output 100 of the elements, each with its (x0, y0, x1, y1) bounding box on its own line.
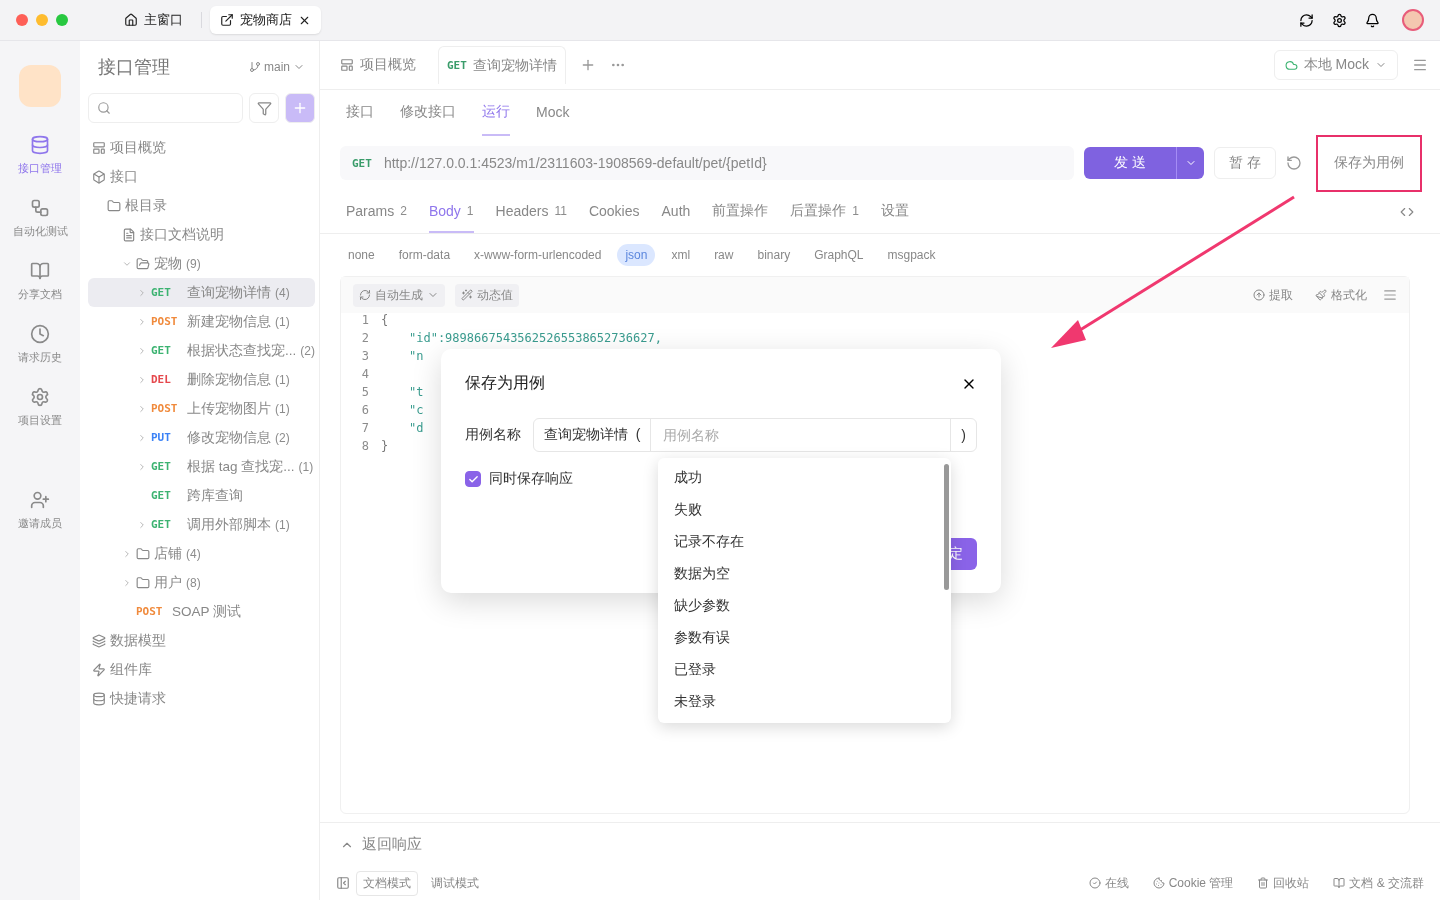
tree-item[interactable]: 组件库 (88, 655, 315, 684)
document-tab[interactable]: GET 查询宠物详情 (438, 46, 566, 84)
stash-button[interactable]: 暂 存 (1214, 147, 1276, 179)
rail-item[interactable]: 自动化测试 (12, 198, 68, 239)
mode-tab[interactable]: 文档模式 (356, 870, 418, 896)
scrollbar[interactable] (944, 464, 949, 590)
auto-generate-button[interactable]: 自动生成 (353, 283, 445, 307)
tree-item[interactable]: GET 跨库查询 (88, 481, 315, 510)
rail-item[interactable]: 分享文档 (18, 261, 62, 302)
filter-button[interactable] (249, 93, 279, 123)
status-item[interactable]: 回收站 (1257, 874, 1310, 892)
tree-item[interactable]: POST SOAP 测试 (88, 597, 315, 626)
param-tab[interactable]: 设置 (881, 190, 909, 233)
menu-icon[interactable] (1412, 57, 1428, 73)
add-button[interactable] (285, 93, 315, 123)
tree-item[interactable]: 根目录 (88, 191, 315, 220)
avatar[interactable] (1402, 9, 1424, 31)
lightning-icon (92, 662, 106, 677)
tree-item[interactable]: 接口文档说明 (88, 220, 315, 249)
param-tab[interactable]: Auth (661, 190, 691, 233)
refresh-icon[interactable] (1299, 12, 1314, 28)
body-type-option[interactable]: none (340, 244, 383, 266)
bell-icon[interactable] (1365, 12, 1380, 28)
body-type-option[interactable]: binary (749, 244, 799, 266)
save-response-checkbox[interactable]: 同时保存响应 (465, 470, 573, 488)
body-type-option[interactable]: raw (706, 244, 742, 266)
url-field[interactable]: GET http://127.0.0.1:4523/m1/2311603-1908569-default/pet/{petId} (340, 146, 1075, 180)
tree-item[interactable]: GET 查询宠物详情 (4) (88, 278, 315, 307)
environment-selector[interactable]: 本地 Mock (1273, 50, 1398, 80)
sub-tab[interactable]: Mock (536, 90, 570, 136)
dropdown-option[interactable]: 记录不存在 (658, 526, 951, 558)
branch-selector[interactable]: main (249, 60, 305, 74)
wrap-icon[interactable] (1383, 288, 1397, 302)
count-label: (8) (186, 575, 201, 590)
check-circle-icon (1088, 877, 1101, 889)
document-tab[interactable]: 项目概览 (332, 46, 424, 84)
param-tab[interactable]: Headers 11 (495, 190, 567, 233)
sub-tab[interactable]: 修改接口 (400, 90, 456, 136)
tree-item[interactable]: 店铺 (4) (88, 539, 315, 568)
tree-item[interactable]: 快捷请求 (88, 684, 315, 713)
search-field[interactable] (88, 93, 243, 123)
param-tab[interactable]: Params 2 (346, 190, 407, 233)
body-type-option[interactable]: xml (663, 244, 699, 266)
body-type-option[interactable]: x-www-form-urlencoded (466, 244, 610, 266)
sub-tab[interactable]: 运行 (482, 90, 510, 136)
case-name-input[interactable]: 用例名称 (651, 419, 951, 451)
body-type-option[interactable]: GraphQL (806, 244, 872, 266)
tree-item[interactable]: GET 根据状态查找宠... (2) (88, 336, 315, 365)
dropdown-option[interactable]: 参数有误 (658, 622, 951, 654)
tree-item[interactable]: 接口 (88, 162, 315, 191)
checkbox[interactable] (465, 471, 481, 487)
send-menu-button[interactable] (1176, 147, 1205, 179)
param-tab[interactable]: 前置操作 (712, 190, 769, 233)
dropdown-option[interactable]: 缺少参数 (658, 590, 951, 622)
sub-tab[interactable]: 接口 (346, 90, 374, 136)
tree-item[interactable]: 项目概览 (88, 133, 315, 162)
tree-item[interactable]: DEL 删除宠物信息 (1) (88, 365, 315, 394)
close-window-dot[interactable] (16, 14, 28, 26)
dropdown-option[interactable]: 数据为空 (658, 558, 951, 590)
tree-item[interactable]: 用户 (8) (88, 568, 315, 597)
dropdown-option[interactable]: 未登录 (658, 686, 951, 718)
param-tab[interactable]: 后置操作 1 (790, 190, 859, 233)
status-item[interactable]: Cookie 管理 (1152, 874, 1234, 892)
maximize-window-dot[interactable] (56, 14, 68, 26)
body-type-option[interactable]: json (617, 244, 656, 266)
dropdown-option[interactable]: 失败 (658, 494, 951, 526)
tree-item[interactable]: GET 根据 tag 查找宠... (1) (88, 452, 315, 481)
panel-collapse-icon[interactable] (336, 876, 350, 890)
dynamic-value-button[interactable]: 动态值 (455, 283, 519, 307)
caret-icon (137, 316, 147, 327)
tree-label: SOAP 测试 (172, 602, 242, 621)
window-tab[interactable]: 主窗口 (114, 6, 193, 34)
case-name-field[interactable]: 查询宠物详情 ( 用例名称 ) (533, 418, 977, 452)
send-button[interactable]: 发 送 (1084, 147, 1177, 179)
undo-icon[interactable] (1286, 155, 1302, 171)
rail-item[interactable]: 请求历史 (18, 324, 62, 365)
rail-item[interactable]: 邀请成员 (18, 490, 62, 531)
tree-item[interactable]: 宠物 (9) (88, 249, 315, 278)
minimize-window-dot[interactable] (36, 14, 48, 26)
extract-button[interactable]: 提取 (1247, 283, 1299, 307)
tree-item[interactable]: POST 上传宠物图片 (1) (88, 394, 315, 423)
dropdown-option[interactable]: 成功 (658, 462, 951, 494)
tree-item[interactable]: POST 新建宠物信息 (1) (88, 307, 315, 336)
window-tab[interactable]: 宠物商店 (210, 6, 321, 34)
param-tab[interactable]: Body 1 (428, 190, 474, 233)
body-type-option[interactable]: msgpack (879, 244, 944, 266)
settings-icon[interactable] (1332, 12, 1347, 28)
status-item[interactable]: 在线 (1088, 874, 1129, 892)
rail-item[interactable]: 项目设置 (18, 387, 62, 428)
rail-item[interactable]: 接口管理 (18, 135, 62, 176)
body-type-option[interactable]: form-data (390, 244, 459, 266)
user-plus-icon (30, 490, 50, 510)
tree-item[interactable]: 数据模型 (88, 626, 315, 655)
tree-item[interactable]: GET 调用外部脚本 (1) (88, 510, 315, 539)
code-text: { (381, 313, 389, 329)
status-item[interactable]: 文档 & 交流群 (1333, 874, 1424, 892)
tree-item[interactable]: PUT 修改宠物信息 (2) (88, 423, 315, 452)
param-tab[interactable]: Cookies (588, 190, 640, 233)
dropdown-option[interactable]: 已登录 (658, 654, 951, 686)
format-button[interactable]: 格式化 (1309, 283, 1373, 307)
